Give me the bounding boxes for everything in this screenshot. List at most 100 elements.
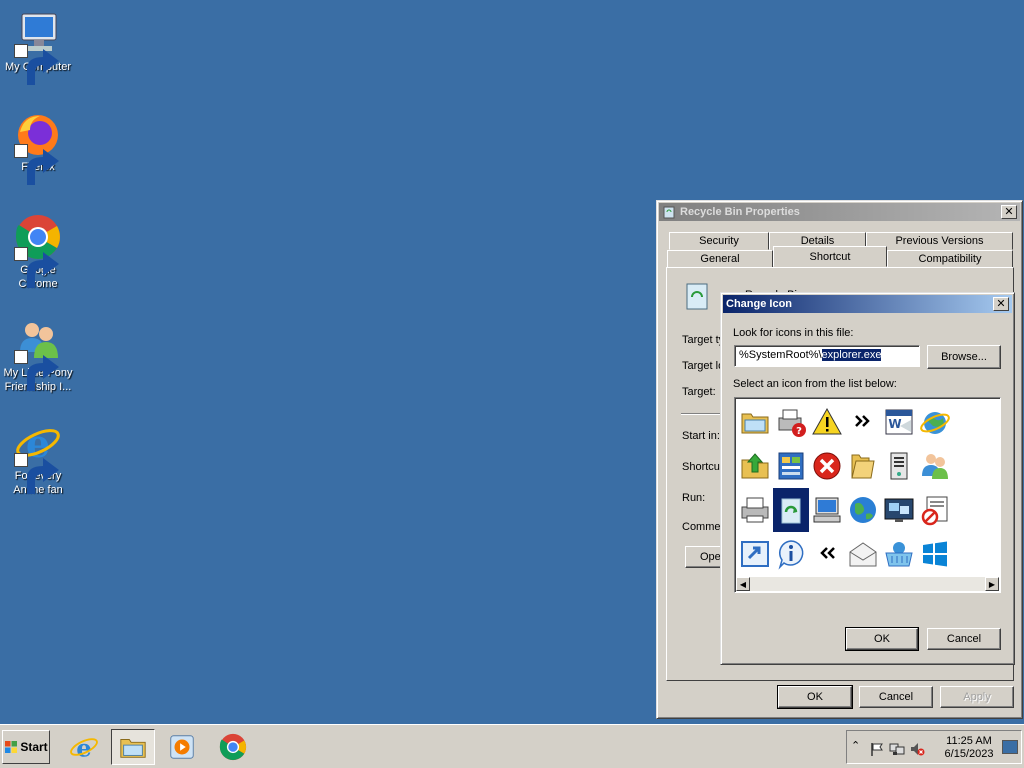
icon-option[interactable] <box>809 400 845 444</box>
icon-option[interactable] <box>737 532 773 576</box>
desktop-icon-firefox[interactable]: Firefox <box>0 110 76 185</box>
show-hidden-icons-button[interactable]: ⌃ <box>851 739 867 755</box>
icon-option[interactable]: ? <box>773 400 809 444</box>
scroll-track[interactable] <box>750 577 985 591</box>
icon-option[interactable] <box>845 400 881 444</box>
button-label: Apply <box>963 691 991 703</box>
word-document-icon: W <box>885 409 913 435</box>
taskbar-internet-explorer[interactable]: e <box>62 729 106 765</box>
run-icon <box>741 541 769 567</box>
firefox-icon <box>14 110 62 185</box>
apply-button[interactable]: Apply <box>940 686 1014 708</box>
tab-compatibility[interactable]: Compatibility <box>887 250 1013 268</box>
icon-option[interactable] <box>737 400 773 444</box>
folder-icon <box>120 739 146 758</box>
taskbar-media-player[interactable] <box>160 729 204 765</box>
icon-option[interactable]: W <box>881 400 917 444</box>
icon-option[interactable] <box>809 444 845 488</box>
recycle-bin-icon <box>781 498 801 524</box>
icon-option[interactable] <box>917 488 953 532</box>
button-label: Browse... <box>941 351 987 363</box>
icon-option[interactable] <box>845 444 881 488</box>
icon-option[interactable] <box>881 444 917 488</box>
change-icon-dialog: Change Icon ✕ Look for icons in this fil… <box>720 292 1015 665</box>
server-icon <box>890 452 908 480</box>
icon-option-selected[interactable] <box>773 488 809 532</box>
computer-icon <box>14 10 62 85</box>
desktop-icon-my-little-pony[interactable]: My Little Pony Friendship I... <box>0 316 76 394</box>
users-icon <box>922 454 948 479</box>
properties-titlebar[interactable]: Recycle Bin Properties ✕ <box>659 203 1020 221</box>
icon-option[interactable] <box>773 532 809 576</box>
triangle-right-icon: ▶ <box>988 579 996 589</box>
taskbar-file-explorer[interactable] <box>111 729 155 765</box>
display-icon <box>884 498 914 522</box>
icon-option[interactable] <box>845 532 881 576</box>
icon-option[interactable] <box>917 444 953 488</box>
change-icon-ok-button[interactable]: OK <box>845 627 919 651</box>
control-panel-icon <box>778 452 804 480</box>
scroll-right-button[interactable]: ▶ <box>985 577 999 591</box>
warning-icon <box>812 407 842 435</box>
flag-icon[interactable] <box>869 741 885 757</box>
start-button[interactable]: Start <box>2 730 50 764</box>
scroll-left-button[interactable]: ◀ <box>736 577 750 591</box>
horizontal-scrollbar[interactable]: ◀ ▶ <box>736 577 999 591</box>
desktop-icon-google-chrome[interactable]: Google Chrome <box>0 213 76 291</box>
svg-text:W: W <box>888 417 901 431</box>
icon-option[interactable] <box>881 532 917 576</box>
chrome-icon <box>219 733 247 761</box>
error-icon <box>813 452 841 480</box>
ok-button[interactable]: OK <box>777 685 853 709</box>
icon-option[interactable] <box>809 532 845 576</box>
icon-option[interactable] <box>737 444 773 488</box>
clock-date: 6/15/2023 <box>944 748 994 760</box>
start-label: Start <box>20 740 48 754</box>
taskbar: Start e ⌃ 11:25 AM 6/15/2023 <box>0 724 1024 768</box>
cancel-button[interactable]: Cancel <box>859 686 933 708</box>
desktop-icon-anime-fan[interactable]: e For every Anime fan <box>0 419 76 497</box>
tab-previous-versions[interactable]: Previous Versions <box>866 232 1013 250</box>
printer-help-icon: ? <box>778 409 806 437</box>
triangle-left-icon: ◀ <box>739 579 747 589</box>
network-icon[interactable] <box>889 741 905 757</box>
look-for-icons-label: Look for icons in this file: <box>733 327 854 339</box>
icon-option[interactable] <box>881 488 917 532</box>
computer-icon <box>813 497 841 523</box>
icon-option[interactable] <box>737 488 773 532</box>
shortcut-arrow-icon <box>14 247 59 288</box>
close-button[interactable]: ✕ <box>1001 205 1017 219</box>
icon-option[interactable] <box>809 488 845 532</box>
taskbar-google-chrome[interactable] <box>211 729 255 765</box>
icon-option[interactable] <box>917 400 953 444</box>
clock[interactable]: 11:25 AM 6/15/2023 <box>941 735 997 761</box>
close-icon: ✕ <box>996 298 1006 310</box>
icon-option[interactable] <box>773 444 809 488</box>
tab-general[interactable]: General <box>667 250 773 268</box>
chevron-left-icon <box>820 547 835 559</box>
tab-label: Previous Versions <box>895 235 984 247</box>
icon-list[interactable]: ? W ◀ ▶ <box>734 397 1001 593</box>
svg-text:e: e <box>76 733 92 762</box>
close-button[interactable]: ✕ <box>993 297 1009 311</box>
shortcut-arrow-icon <box>14 144 59 185</box>
path-prefix: %SystemRoot%\ <box>739 349 822 361</box>
tab-shortcut[interactable]: Shortcut <box>773 246 887 267</box>
path-selected-text: explorer.exe <box>821 349 882 361</box>
change-icon-titlebar[interactable]: Change Icon ✕ <box>723 295 1012 313</box>
icon-option[interactable] <box>845 488 881 532</box>
internet-explorer-icon: e <box>14 419 62 494</box>
volume-muted-icon[interactable] <box>909 741 925 757</box>
system-tray: ⌃ 11:25 AM 6/15/2023 <box>846 730 1022 764</box>
show-desktop-button[interactable] <box>1002 740 1018 754</box>
windows-logo-icon <box>923 541 947 567</box>
label-comment: Commer <box>682 521 725 533</box>
shortcut-arrow-icon <box>14 350 59 391</box>
change-icon-cancel-button[interactable]: Cancel <box>927 628 1001 650</box>
icon-option[interactable] <box>917 532 953 576</box>
browse-button[interactable]: Browse... <box>927 345 1001 369</box>
desktop-icon-my-computer[interactable]: My Computer <box>0 10 76 85</box>
button-label: OK <box>807 691 823 703</box>
icon-file-path-input[interactable]: %SystemRoot%\explorer.exe <box>734 345 920 367</box>
tab-security[interactable]: Security <box>669 232 769 250</box>
